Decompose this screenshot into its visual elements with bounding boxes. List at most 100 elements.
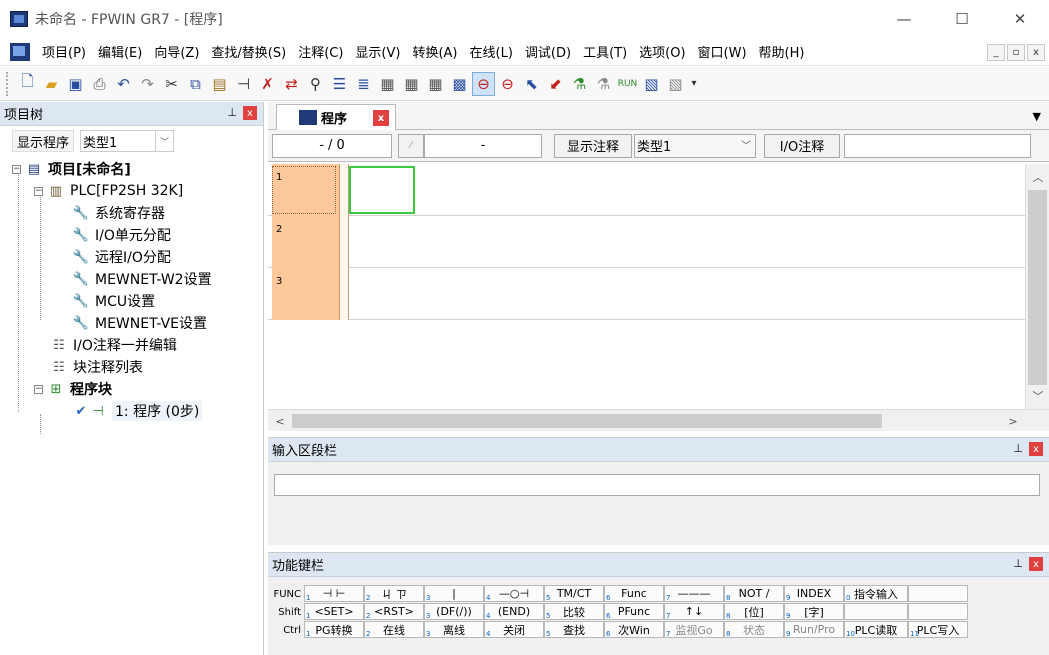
- menu-edit[interactable]: 编辑(E): [92, 42, 148, 61]
- tree-node-mcu[interactable]: 🔧 MCU设置: [0, 290, 263, 312]
- paste-icon[interactable]: ▤: [208, 72, 231, 96]
- tool-icon[interactable]: ⚗: [568, 72, 591, 96]
- pin-icon[interactable]: ⊥: [227, 106, 237, 119]
- fkey-button[interactable]: 5 比较: [544, 603, 604, 620]
- tree-node-io-unit[interactable]: 🔧 I/O单元分配: [0, 224, 263, 246]
- fkey-button[interactable]: 2ㄐ ㄗ: [364, 585, 424, 602]
- tab-close-button[interactable]: x: [373, 110, 389, 126]
- fkey-button[interactable]: 1 <SET>: [304, 603, 364, 620]
- scroll-left-icon[interactable]: <: [268, 410, 292, 432]
- maximize-button[interactable]: ☐: [933, 0, 991, 38]
- open-folder-icon[interactable]: ▰: [40, 72, 63, 96]
- fkey-button[interactable]: 8 [位]: [724, 603, 784, 620]
- menu-project[interactable]: 项目(P): [36, 42, 92, 61]
- fkey-button[interactable]: 9 Run/Pro: [784, 621, 844, 638]
- collapse-icon[interactable]: −: [34, 384, 43, 394]
- copy-icon[interactable]: ⧉: [184, 72, 207, 96]
- dropdown-arrow-icon[interactable]: ▾: [688, 72, 700, 96]
- fkey-button[interactable]: 1 PG转换: [304, 621, 364, 638]
- fkey-button[interactable]: [908, 603, 968, 620]
- new-file-icon[interactable]: 🗋: [16, 72, 39, 96]
- menu-comment[interactable]: 注释(C): [292, 42, 349, 61]
- menu-view[interactable]: 显示(V): [349, 42, 406, 61]
- pin-icon[interactable]: ⊥: [1013, 557, 1023, 570]
- plc-active-icon[interactable]: ⊖: [472, 71, 495, 96]
- tree-node-program-block[interactable]: − ⊞ 程序块: [0, 378, 263, 400]
- comment-field[interactable]: [844, 133, 1031, 158]
- chevron-down-icon[interactable]: ﹀: [155, 131, 173, 151]
- redo-icon[interactable]: ↷: [136, 72, 159, 96]
- scroll-down-icon[interactable]: ﹀: [1026, 385, 1049, 407]
- fkey-button[interactable]: 6 次Win: [604, 621, 664, 638]
- document-icon[interactable]: [10, 42, 30, 61]
- fkey-button[interactable]: 4 关闭: [484, 621, 544, 638]
- tree-node-system-registers[interactable]: 🔧 系统寄存器: [0, 202, 263, 224]
- toolbar-grip[interactable]: [6, 71, 10, 96]
- menu-tools[interactable]: 工具(T): [577, 42, 633, 61]
- menu-convert[interactable]: 转换(A): [406, 42, 463, 61]
- fkey-button[interactable]: 4 —○⊣: [484, 585, 544, 602]
- vertical-scroll-thumb[interactable]: [1028, 190, 1047, 385]
- menu-debug[interactable]: 调试(D): [519, 42, 577, 61]
- table-icon[interactable]: ▧: [640, 72, 663, 96]
- minimize-button[interactable]: —: [875, 0, 933, 38]
- fkey-button[interactable]: 7 ———: [664, 585, 724, 602]
- fkey-button[interactable]: 1 ⊣ ⊢: [304, 585, 364, 602]
- menu-online[interactable]: 在线(L): [464, 42, 519, 61]
- fkey-button[interactable]: 0 指令输入: [844, 585, 908, 602]
- tree-node-program1[interactable]: ✔ ⊣ 1: 程序 (0步): [0, 400, 263, 422]
- instruction-input-field[interactable]: [274, 474, 1040, 496]
- fkey-button[interactable]: 3 离线: [424, 621, 484, 638]
- fkey-button[interactable]: [844, 603, 908, 620]
- pin-icon[interactable]: ⊥: [1013, 442, 1023, 455]
- cut-icon[interactable]: ✂: [160, 72, 183, 96]
- fkey-button[interactable]: 3 |: [424, 585, 484, 602]
- tree-node-mewnet-ve[interactable]: 🔧 MEWNET-VE设置: [0, 312, 263, 334]
- upload-icon[interactable]: ⬉: [520, 72, 543, 96]
- delete-icon[interactable]: ✗: [256, 72, 279, 96]
- fkey-button[interactable]: 7 监视Go: [664, 621, 724, 638]
- fkey-button[interactable]: 2 <RST>: [364, 603, 424, 620]
- horizontal-scroll-thumb[interactable]: [292, 414, 882, 428]
- comment-icon[interactable]: ☰: [328, 72, 351, 96]
- monitor3-icon[interactable]: ▦: [424, 72, 447, 96]
- mdi-restore-button[interactable]: ▫: [1007, 44, 1025, 61]
- comment-type-select[interactable]: 类型1 ﹀: [634, 133, 756, 158]
- monitor-icon[interactable]: ▦: [376, 72, 399, 96]
- plc-icon[interactable]: ⊖: [496, 72, 519, 96]
- show-comment-button[interactable]: 显示注释: [554, 133, 632, 158]
- tree-node-project[interactable]: − ▤ 项目[未命名]: [0, 158, 263, 180]
- run-icon[interactable]: RUN: [616, 72, 639, 96]
- ladder-rung[interactable]: 1: [268, 164, 1025, 216]
- fkey-button[interactable]: 9 [字]: [784, 603, 844, 620]
- tree-node-io-comment[interactable]: ☷ I/O注释一并编辑: [0, 334, 263, 356]
- menu-help[interactable]: 帮助(H): [753, 42, 811, 61]
- fkey-button[interactable]: 9 INDEX: [784, 585, 844, 602]
- chevron-down-icon[interactable]: ﹀: [741, 137, 751, 152]
- table2-icon[interactable]: ▧: [664, 72, 687, 96]
- replace-icon[interactable]: ⇄: [280, 72, 303, 96]
- mdi-minimize-button[interactable]: _: [987, 44, 1005, 61]
- panel-close-button[interactable]: x: [243, 106, 257, 120]
- save-icon[interactable]: ▣: [64, 72, 87, 96]
- ladder-rung[interactable]: 2: [268, 216, 1025, 268]
- tree-node-mewnet-w2[interactable]: 🔧 MEWNET-W2设置: [0, 268, 263, 290]
- fkey-button[interactable]: 5 TM/CT: [544, 585, 604, 602]
- menu-window[interactable]: 窗口(W): [692, 42, 753, 61]
- fkey-button[interactable]: 10 PLC读取: [844, 621, 908, 638]
- insert-icon[interactable]: ⊣: [232, 72, 255, 96]
- fkey-button[interactable]: [908, 585, 968, 602]
- type-select[interactable]: 类型1 ﹀: [80, 130, 175, 152]
- find-icon[interactable]: ⚲: [304, 72, 327, 96]
- vertical-scrollbar[interactable]: ︿ ﹀: [1025, 164, 1049, 409]
- comment-toggle-icon[interactable]: ⁄: [398, 133, 424, 158]
- fkey-button[interactable]: 3 (DF(/)): [424, 603, 484, 620]
- fkey-button[interactable]: 7 ↑↓: [664, 603, 724, 620]
- tool2-icon[interactable]: ⚗: [592, 72, 615, 96]
- tree-node-plc[interactable]: − ▥ PLC[FP2SH 32K]: [0, 180, 263, 202]
- mdi-close-button[interactable]: x: [1027, 44, 1045, 61]
- tab-program[interactable]: 程序 x: [276, 104, 396, 130]
- monitor2-icon[interactable]: ▦: [400, 72, 423, 96]
- collapse-icon[interactable]: −: [34, 186, 43, 196]
- tree-node-remote-io[interactable]: 🔧 远程I/O分配: [0, 246, 263, 268]
